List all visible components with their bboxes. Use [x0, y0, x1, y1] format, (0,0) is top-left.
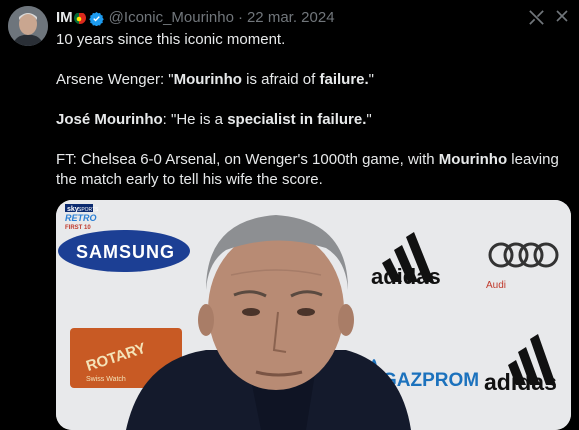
separator-dot: ·: [237, 8, 243, 26]
tweet-line: 10 years since this iconic moment.: [56, 30, 566, 50]
display-name[interactable]: IM: [56, 9, 73, 26]
text-segment: FT: Chelsea 6-0 Arsenal, on Wenger's 100…: [56, 151, 439, 168]
adidas-text-2: adidas: [484, 369, 557, 395]
text-segment: Arsene Wenger: ": [56, 71, 174, 88]
text-segment: : "He is a: [162, 111, 228, 128]
tweet-line: Arsene Wenger: "Mourinho is afraid of fa…: [56, 70, 566, 90]
tweet-line: FT: Chelsea 6-0 Arsenal, on Wenger's 100…: [56, 150, 566, 190]
tweet-header: IM @Iconic_Mourinho · 22 mar. 2024: [56, 7, 335, 27]
timestamp[interactable]: 22 mar. 2024: [247, 9, 335, 26]
text-segment-bold: Mourinho: [173, 71, 242, 88]
text-segment: 10 years since this iconic moment.: [56, 31, 286, 48]
portugal-flag-icon: [73, 12, 86, 24]
adidas-text: adidas: [371, 264, 441, 289]
grok-icon[interactable]: [527, 8, 546, 27]
verified-badge-icon: [88, 11, 104, 26]
more-options-icon[interactable]: [553, 7, 571, 25]
tweet-media-image[interactable]: sky SPORTS RETRO FIRST 10 SAMSUNG ROTARY…: [56, 200, 571, 430]
audi-text: Audi: [486, 280, 506, 291]
samsung-text: SAMSUNG: [76, 242, 175, 262]
rotary-sub-text: Swiss Watch: [86, 376, 126, 383]
text-segment-bold: Mourinho: [438, 151, 508, 168]
avatar[interactable]: [8, 6, 48, 46]
text-segment: ": [368, 71, 374, 88]
text-segment-bold: José Mourinho: [56, 111, 163, 128]
text-segment-bold: failure.: [319, 71, 369, 88]
text-segment-bold: specialist in failure.: [227, 111, 367, 128]
tweet-text: 10 years since this iconic moment. Arsen…: [56, 30, 566, 190]
tweet-line: José Mourinho: "He is a specialist in fa…: [56, 110, 566, 130]
retro-text: RETRO: [65, 213, 97, 223]
text-segment: is afraid of: [241, 71, 320, 88]
retro-sub-text: FIRST 10: [65, 225, 91, 231]
user-handle[interactable]: @Iconic_Mourinho: [109, 9, 234, 26]
text-segment: ": [366, 111, 372, 128]
